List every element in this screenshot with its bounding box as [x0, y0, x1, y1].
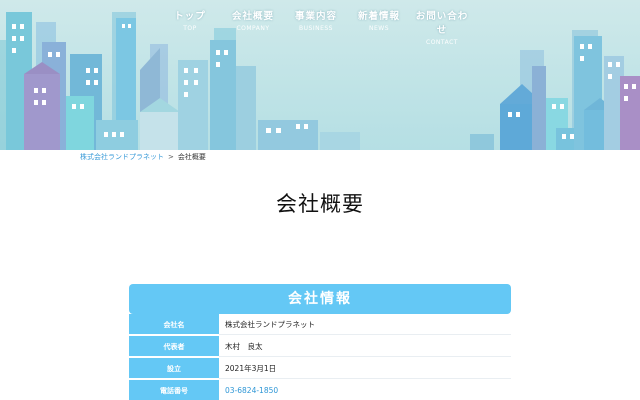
row-value: 株式会社ランドプラネット — [219, 314, 511, 335]
main-nav: トップ TOP 会社概要 COMPANY 事業内容 BUSINESS 新着情報 … — [160, 10, 475, 48]
nav-item-sublabel: BUSINESS — [299, 25, 333, 32]
nav-item-label: 会社概要 — [231, 11, 274, 22]
table-row: 会社名 株式会社ランドプラネット — [129, 314, 511, 336]
row-label: 電話番号 — [129, 380, 219, 400]
breadcrumb: 株式会社ランドプラネット > 会社概要 — [80, 152, 206, 162]
breadcrumb-current: 会社概要 — [177, 153, 206, 161]
nav-item-news[interactable]: 新着情報 NEWS — [349, 10, 409, 48]
table-row: 電話番号 03-6824-1850 — [129, 380, 511, 400]
nav-item-label: 新着情報 — [357, 11, 400, 22]
nav-item-company[interactable]: 会社概要 COMPANY — [223, 10, 283, 48]
hero-banner: トップ TOP 会社概要 COMPANY 事業内容 BUSINESS 新着情報 … — [0, 0, 640, 150]
page-title: 会社概要 — [276, 192, 364, 216]
nav-item-sublabel: COMPANY — [236, 25, 270, 32]
nav-item-business[interactable]: 事業内容 BUSINESS — [286, 10, 346, 48]
row-label: 会社名 — [129, 314, 219, 335]
nav-item-sublabel: CONTACT — [426, 39, 458, 46]
breadcrumb-separator: > — [168, 153, 174, 161]
table-row: 代表者 木村 良太 — [129, 336, 511, 358]
nav-item-top[interactable]: トップ TOP — [160, 10, 220, 48]
row-label: 代表者 — [129, 336, 219, 357]
nav-item-label: 事業内容 — [294, 11, 337, 22]
table-row: 設立 2021年3月1日 — [129, 358, 511, 380]
company-info-table: 会社情報 会社名 株式会社ランドプラネット 代表者 木村 良太 設立 2021年… — [129, 284, 511, 400]
breadcrumb-home-link[interactable]: 株式会社ランドプラネット — [80, 152, 164, 162]
nav-item-label: お問い合わせ — [415, 11, 469, 36]
row-value: 2021年3月1日 — [219, 358, 511, 379]
row-label: 設立 — [129, 358, 219, 379]
nav-item-contact[interactable]: お問い合わせ CONTACT — [412, 10, 472, 48]
nav-item-sublabel: NEWS — [368, 25, 390, 32]
nav-item-sublabel: TOP — [183, 25, 197, 32]
row-value: 木村 良太 — [219, 336, 511, 357]
phone-link[interactable]: 03-6824-1850 — [219, 380, 511, 400]
company-info-header: 会社情報 — [129, 284, 511, 314]
nav-item-label: トップ — [174, 11, 206, 22]
